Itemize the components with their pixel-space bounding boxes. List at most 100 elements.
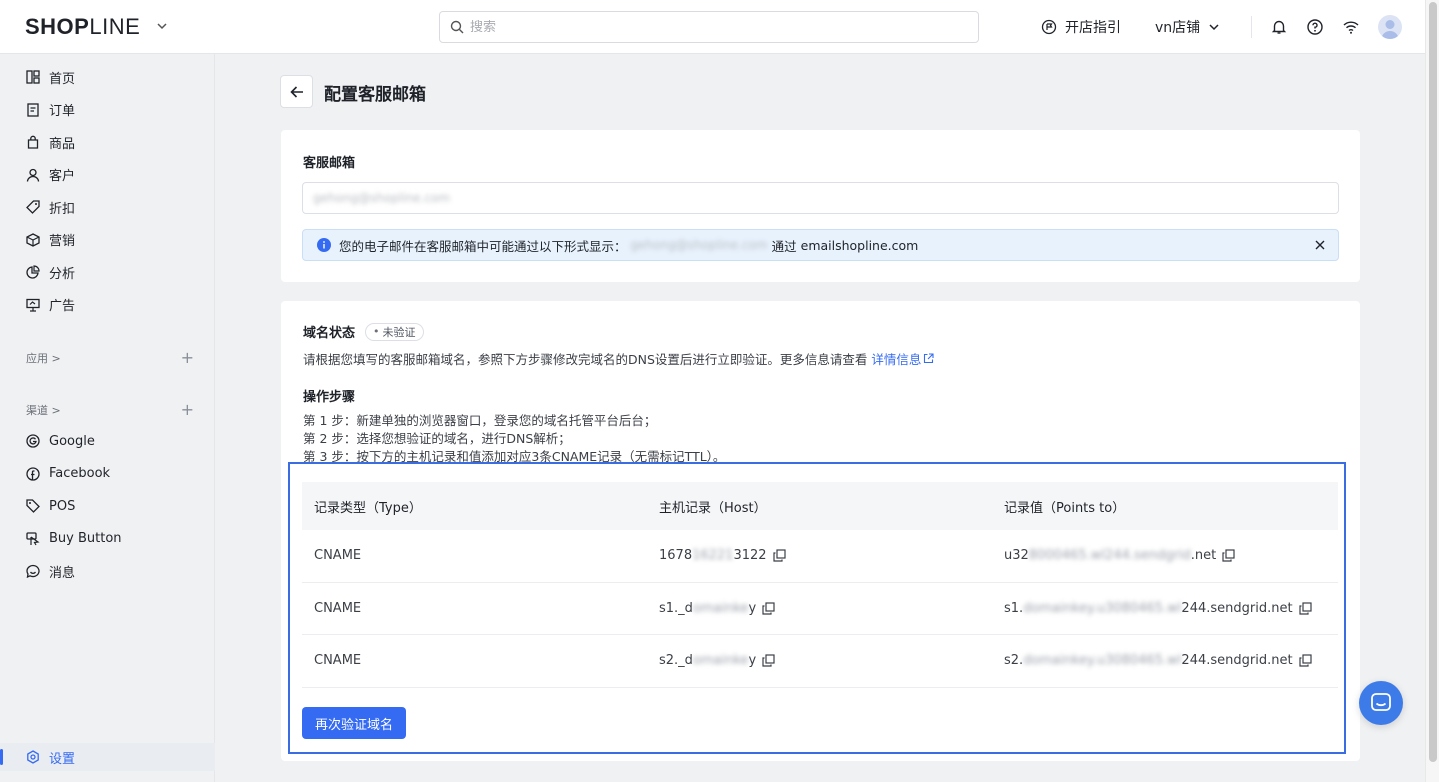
- sidebar-item-analytics[interactable]: 分析: [0, 258, 215, 286]
- table-header: 记录类型（Type） 主机记录（Host） 记录值（Points to）: [302, 482, 1338, 530]
- host-cell: s1._d omainke y: [659, 601, 775, 616]
- table-row: CNAME s2._d omainke y s2. domainkey.u308046…: [302, 635, 1338, 688]
- store-guide-button[interactable]: 开店指引: [1041, 17, 1121, 37]
- host-text-blurred: 16221: [692, 548, 734, 564]
- message-icon: [26, 564, 40, 578]
- sidebar-item-pos[interactable]: POS: [0, 492, 215, 520]
- column-header-points-to: 记录值（Points to）: [1004, 500, 1126, 516]
- info-icon: [317, 238, 331, 252]
- dashboard-icon: [26, 70, 40, 84]
- google-icon: [26, 434, 40, 448]
- value-text-visible: s1.: [1004, 600, 1024, 616]
- value-text-blurred: 8000465.wl244.sendgrid: [1028, 548, 1191, 564]
- search-box[interactable]: [439, 11, 979, 43]
- copy-icon[interactable]: [1222, 549, 1235, 562]
- service-email-value: gehong@shopline.com: [313, 191, 451, 205]
- notice-blurred-email: gehong@shopline.com: [630, 238, 768, 252]
- buy-button-icon: [26, 531, 40, 545]
- help-icon[interactable]: [1306, 18, 1324, 36]
- copy-icon[interactable]: [762, 602, 775, 615]
- chat-button[interactable]: [1359, 681, 1403, 725]
- host-text-visible: s2._d: [659, 653, 693, 669]
- copy-icon[interactable]: [1298, 602, 1312, 615]
- service-email-label: 客服邮箱: [303, 156, 356, 171]
- sidebar-item-products[interactable]: 商品: [0, 128, 215, 156]
- sidebar-item-messages[interactable]: 消息: [0, 557, 215, 585]
- status-badge: 未验证: [365, 322, 424, 341]
- value-text-blurred: domainkey.u3080465.wl: [1023, 653, 1182, 669]
- close-icon[interactable]: [1314, 239, 1326, 251]
- host-cell: s2._d omainke y: [659, 653, 775, 668]
- sidebar-item-label: 消息: [49, 565, 76, 581]
- channels-section-header[interactable]: 渠道 > +: [26, 402, 194, 418]
- bell-icon[interactable]: [1270, 18, 1288, 36]
- apps-section-header[interactable]: 应用 > +: [26, 350, 194, 366]
- verify-domain-button[interactable]: 再次验证域名: [302, 707, 406, 739]
- back-button[interactable]: [280, 75, 313, 108]
- sidebar-item-marketing[interactable]: 营销: [0, 226, 215, 254]
- sidebar-item-label: 商品: [49, 136, 76, 152]
- sidebar-item-label: 设置: [49, 751, 76, 767]
- scrollbar-thumb[interactable]: [1429, 2, 1437, 762]
- host-text-blurred: omainke: [692, 600, 749, 616]
- sidebar-item-discounts[interactable]: 折扣: [0, 193, 215, 221]
- arrow-left-icon: [289, 85, 303, 98]
- store-switcher[interactable]: vn店铺: [1155, 17, 1220, 37]
- sidebar-item-label: 折扣: [49, 201, 76, 217]
- wifi-icon[interactable]: [1342, 18, 1360, 36]
- copy-icon[interactable]: [762, 654, 775, 667]
- step-3: 第 3 步：按下方的主机记录和值添加对应3条CNAME记录（无需标记TTL）。: [303, 449, 726, 464]
- host-text-end: y: [748, 653, 757, 669]
- search-input[interactable]: [470, 19, 950, 35]
- value-text-end: .net: [1190, 548, 1217, 564]
- details-link[interactable]: 详情信息: [871, 349, 934, 368]
- copy-icon[interactable]: [772, 549, 786, 562]
- chevron-down-icon: [1209, 24, 1219, 31]
- sidebar-item-orders[interactable]: 订单: [0, 96, 215, 124]
- service-email-field[interactable]: gehong@shopline.com: [302, 182, 1339, 214]
- page-scrollbar[interactable]: [1425, 0, 1439, 782]
- host-text-end: 3122: [733, 548, 767, 564]
- sidebar-item-buy-button[interactable]: Buy Button: [0, 525, 215, 553]
- add-channel-icon[interactable]: +: [181, 402, 194, 418]
- sidebar-item-settings[interactable]: 设置: [0, 743, 215, 771]
- value-text-visible: s2.: [1004, 653, 1024, 669]
- record-type: CNAME: [314, 653, 362, 669]
- sidebar-item-facebook[interactable]: Facebook: [0, 460, 215, 488]
- shopline-logo[interactable]: SHOP LINE: [25, 14, 140, 40]
- host-text-blurred: omainke: [692, 653, 749, 669]
- gear-icon: [27, 750, 39, 764]
- search-icon: [450, 20, 464, 34]
- avatar[interactable]: [1378, 15, 1402, 39]
- sidebar-item-label: 分析: [49, 266, 76, 282]
- host-text-visible: 1678: [659, 548, 693, 564]
- bag-icon: [27, 135, 39, 149]
- sidebar-item-label: 客户: [49, 169, 76, 184]
- store-guide-label: 开店指引: [1065, 20, 1121, 36]
- value-text-end: 244.sendgrid.net: [1181, 600, 1293, 616]
- store-name: vn店铺: [1155, 20, 1201, 36]
- logo-bold: SHOP: [25, 14, 90, 39]
- dns-records-table: 记录类型（Type） 主机记录（Host） 记录值（Points to） CNA…: [302, 482, 1338, 688]
- channels-section-label: 渠道 >: [26, 404, 61, 417]
- details-link-label: 详情信息: [871, 352, 922, 367]
- sidebar-item-google[interactable]: Google: [0, 427, 215, 455]
- step-2: 第 2 步：选择您想验证的域名，进行DNS解析；: [303, 431, 571, 446]
- top-bar: SHOPLINE 开店指引 vn店铺: [0, 0, 1425, 54]
- host-cell: 1678 16221 3122: [659, 548, 786, 563]
- domain-description-text: 请根据您填写的客服邮箱域名，参照下方步骤修改完域名的DNS设置后进行立即验证。更…: [303, 352, 868, 367]
- domain-status-row: 域名状态 未验证: [303, 322, 424, 341]
- chevron-down-icon[interactable]: [156, 20, 168, 32]
- add-app-icon[interactable]: +: [181, 350, 194, 366]
- chat-icon: [1371, 693, 1391, 711]
- value-text-blurred: domainkey.u3080465.wl: [1023, 600, 1182, 616]
- sidebar-item-customers[interactable]: 客户: [0, 161, 215, 189]
- sidebar-item-label: 广告: [49, 299, 76, 314]
- page-title: 配置客服邮箱: [324, 85, 426, 105]
- record-type: CNAME: [314, 600, 362, 616]
- sidebar-item-home[interactable]: 首页: [0, 63, 215, 91]
- flag-circle-icon: [1041, 19, 1057, 35]
- sidebar: 首页 订单 商品 客户 折扣 营销 分析 广告 应用 > + 渠道 > + Go…: [0, 54, 215, 782]
- copy-icon[interactable]: [1298, 654, 1312, 667]
- sidebar-item-ads[interactable]: 广告: [0, 291, 215, 319]
